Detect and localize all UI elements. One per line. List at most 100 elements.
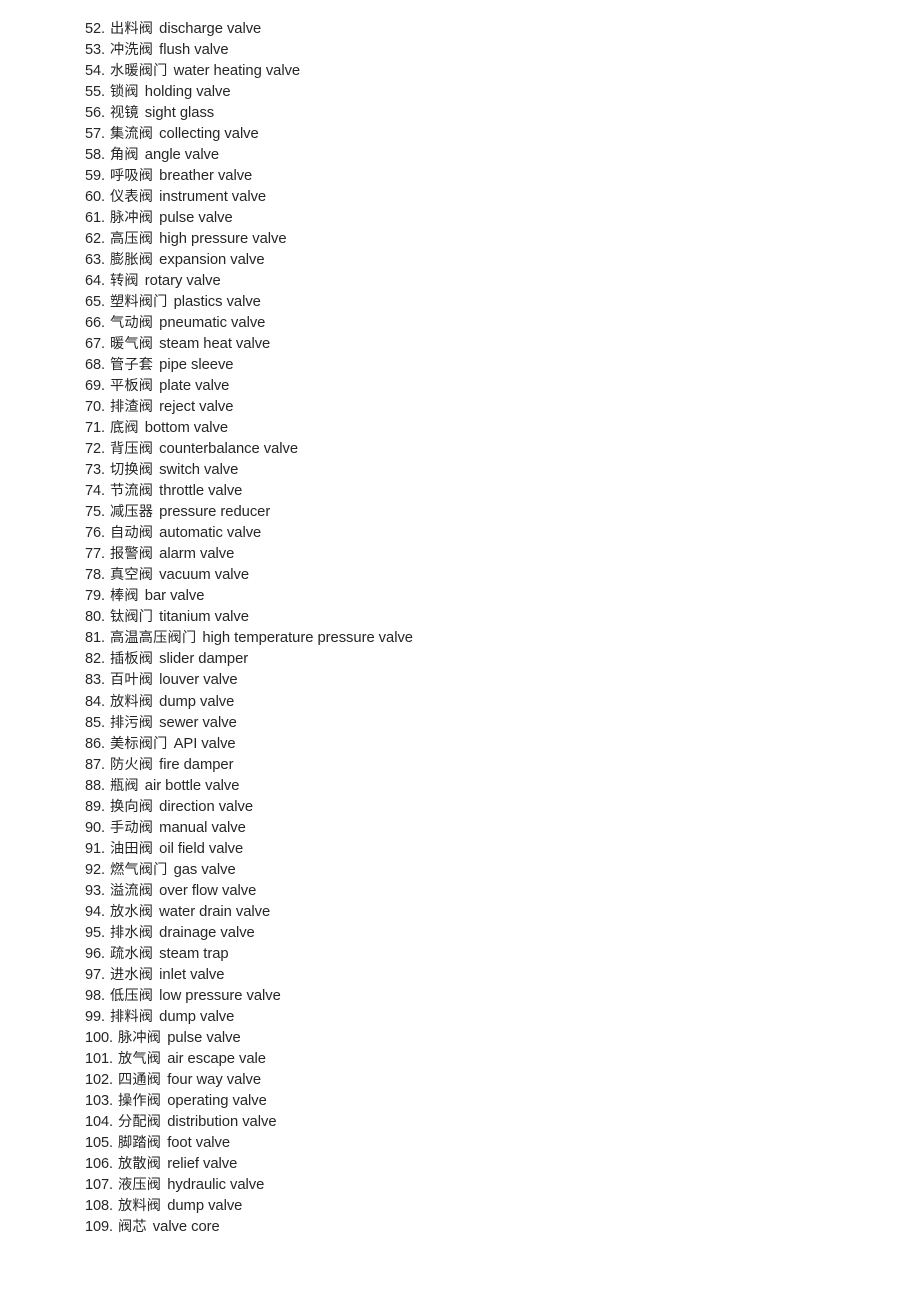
entry-term-chinese: 气动阀 <box>110 315 154 332</box>
entry-term-english: slider damper <box>159 651 249 668</box>
entry-term-chinese: 放料阀 <box>118 1197 162 1214</box>
glossary-entry: 94. 放水阀 water drain valve <box>85 902 920 923</box>
entry-term-english: hydraulic valve <box>167 1176 265 1193</box>
entry-term-english: direction valve <box>159 798 254 815</box>
entry-term-chinese: 暖气阀 <box>110 336 154 353</box>
entry-number: 78. <box>85 567 105 584</box>
entry-number: 102. <box>85 1071 114 1088</box>
document-page: 52. 出料阀 discharge valve 53. 冲洗阀 flush valve 54… <box>0 0 920 1302</box>
entry-number: 106. <box>85 1155 114 1172</box>
entry-number: 70. <box>85 399 105 416</box>
entry-term-english: water drain valve <box>159 903 271 920</box>
entry-term-chinese: 锁阀 <box>110 84 139 101</box>
glossary-entry: 75. 减压器 pressure reducer <box>85 502 920 523</box>
glossary-entry: 87. 防火阀 fire damper <box>85 755 920 776</box>
valve-glossary-list: 52. 出料阀 discharge valve 53. 冲洗阀 flush valve 54… <box>85 19 920 1238</box>
entry-term-chinese: 四通阀 <box>118 1071 162 1088</box>
entry-number: 82. <box>85 651 105 668</box>
entry-term-chinese: 节流阀 <box>110 483 154 500</box>
entry-term-chinese: 脚踏阀 <box>118 1134 162 1151</box>
entry-term-chinese: 报警阀 <box>110 546 154 563</box>
entry-term-chinese: 膨胀阀 <box>110 252 154 269</box>
glossary-entry: 95. 排水阀 drainage valve <box>85 923 920 944</box>
glossary-entry: 90. 手动阀 manual valve <box>85 818 920 839</box>
entry-term-english: distribution valve <box>167 1113 277 1130</box>
entry-number: 83. <box>85 672 105 689</box>
entry-term-english: high pressure valve <box>159 231 287 248</box>
glossary-entry: 73. 切换阀 switch valve <box>85 460 920 481</box>
entry-number: 79. <box>85 588 105 605</box>
glossary-entry: 72. 背压阀 counterbalance valve <box>85 439 920 460</box>
entry-term-english: alarm valve <box>159 546 235 563</box>
glossary-entry: 106. 放散阀 relief valve <box>85 1154 920 1175</box>
entry-number: 59. <box>85 168 105 185</box>
entry-term-chinese: 手动阀 <box>110 819 154 836</box>
entry-term-chinese: 瓶阀 <box>110 777 139 794</box>
glossary-entry: 83. 百叶阀 louver valve <box>85 670 920 691</box>
entry-term-chinese: 脉冲阀 <box>110 210 154 227</box>
entry-term-english: pulse valve <box>167 1029 241 1046</box>
entry-number: 92. <box>85 861 105 878</box>
entry-term-chinese: 操作阀 <box>118 1092 162 1109</box>
entry-term-chinese: 棒阀 <box>110 588 139 605</box>
entry-term-english: oil field valve <box>159 840 244 857</box>
entry-number: 53. <box>85 42 105 59</box>
glossary-entry: 61. 脉冲阀 pulse valve <box>85 208 920 229</box>
glossary-entry: 78. 真空阀 vacuum valve <box>85 565 920 586</box>
entry-term-english: gas valve <box>173 861 236 878</box>
entry-number: 58. <box>85 147 105 164</box>
entry-term-english: relief valve <box>167 1155 238 1172</box>
entry-term-chinese: 冲洗阀 <box>110 42 154 59</box>
entry-term-english: pneumatic valve <box>159 315 266 332</box>
entry-number: 103. <box>85 1092 114 1109</box>
glossary-entry: 54. 水暖阀门 water heating valve <box>85 61 920 82</box>
entry-term-english: rotary valve <box>144 273 221 290</box>
entry-term-english: API valve <box>173 735 236 752</box>
entry-term-chinese: 液压阀 <box>118 1176 162 1193</box>
entry-number: 68. <box>85 357 105 374</box>
entry-term-english: counterbalance valve <box>159 441 299 458</box>
glossary-entry: 102. 四通阀 four way valve <box>85 1070 920 1091</box>
glossary-entry: 104. 分配阀 distribution valve <box>85 1112 920 1133</box>
glossary-entry: 98. 低压阀 low pressure valve <box>85 986 920 1007</box>
entry-term-chinese: 水暖阀门 <box>110 63 168 80</box>
glossary-entry: 103. 操作阀 operating valve <box>85 1091 920 1112</box>
entry-number: 84. <box>85 693 105 710</box>
entry-number: 56. <box>85 105 105 122</box>
entry-number: 90. <box>85 819 105 836</box>
entry-term-english: foot valve <box>167 1134 231 1151</box>
entry-term-chinese: 疏水阀 <box>110 945 154 962</box>
entry-term-english: four way valve <box>167 1071 262 1088</box>
entry-number: 86. <box>85 735 105 752</box>
entry-term-english: collecting valve <box>159 126 259 143</box>
entry-number: 97. <box>85 966 105 983</box>
entry-term-chinese: 真空阀 <box>110 567 154 584</box>
entry-number: 104. <box>85 1113 114 1130</box>
glossary-entry: 65. 塑料阀门 plastics valve <box>85 292 920 313</box>
entry-number: 99. <box>85 1008 105 1025</box>
entry-term-english: sewer valve <box>159 714 237 731</box>
entry-term-english: air escape vale <box>167 1050 266 1067</box>
entry-term-chinese: 百叶阀 <box>110 672 154 689</box>
entry-term-chinese: 低压阀 <box>110 987 154 1004</box>
entry-term-chinese: 平板阀 <box>110 378 154 395</box>
entry-term-chinese: 溢流阀 <box>110 882 154 899</box>
entry-term-chinese: 脉冲阀 <box>118 1029 162 1046</box>
glossary-entry: 55. 锁阀 holding valve <box>85 82 920 103</box>
entry-term-english: valve core <box>152 1218 220 1235</box>
entry-term-english: holding valve <box>144 84 231 101</box>
entry-term-chinese: 排料阀 <box>110 1008 154 1025</box>
glossary-entry: 56. 视镜 sight glass <box>85 103 920 124</box>
entry-term-english: vacuum valve <box>159 567 250 584</box>
glossary-entry: 59. 呼吸阀 breather valve <box>85 166 920 187</box>
entry-number: 76. <box>85 525 105 542</box>
entry-number: 61. <box>85 210 105 227</box>
entry-term-chinese: 转阀 <box>110 273 139 290</box>
entry-number: 89. <box>85 798 105 815</box>
entry-term-english: dump valve <box>159 693 235 710</box>
entry-term-english: breather valve <box>159 168 253 185</box>
glossary-entry: 66. 气动阀 pneumatic valve <box>85 313 920 334</box>
entry-number: 73. <box>85 462 105 479</box>
entry-term-chinese: 视镜 <box>110 105 139 122</box>
entry-term-chinese: 减压器 <box>110 504 154 521</box>
